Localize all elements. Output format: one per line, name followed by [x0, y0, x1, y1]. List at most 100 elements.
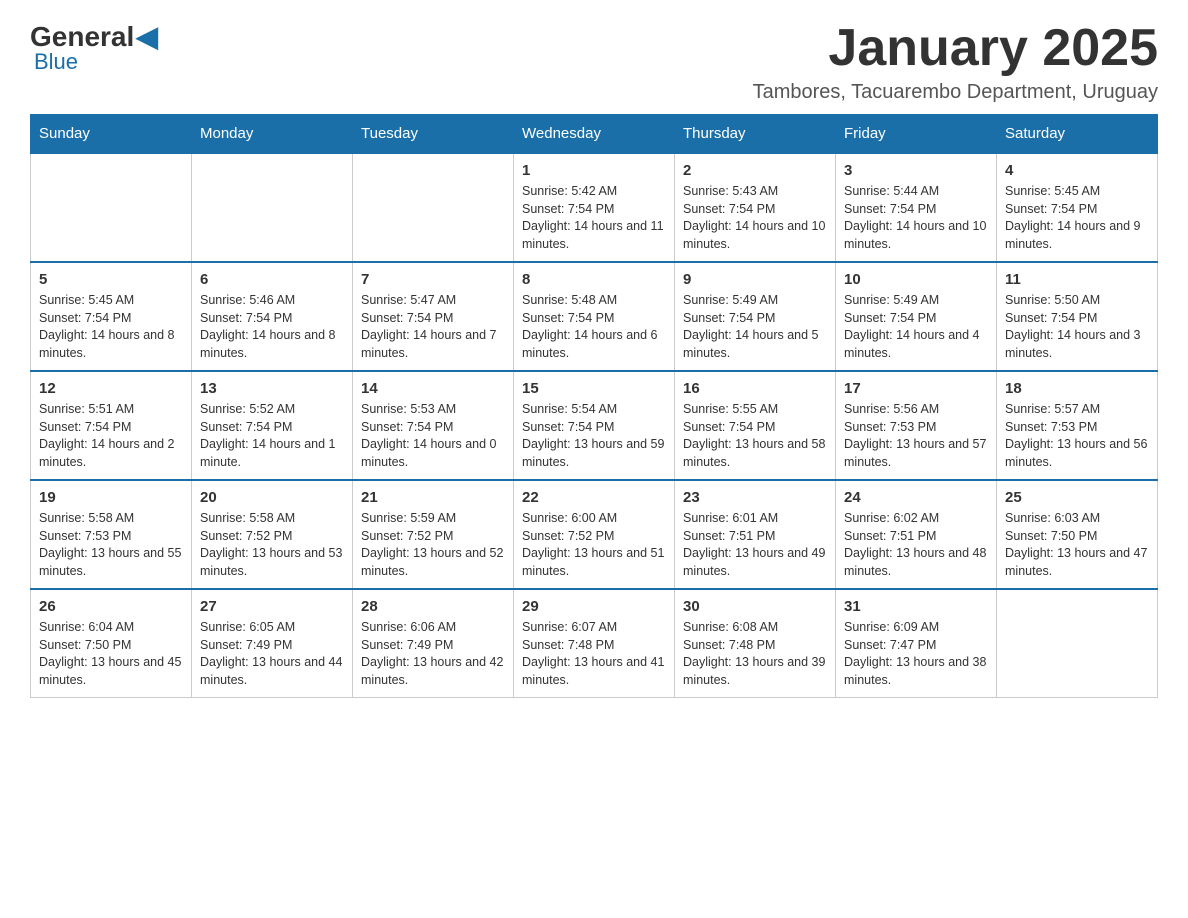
- calendar-cell: 9 Sunrise: 5:49 AM Sunset: 7:54 PM Daylig…: [675, 262, 836, 371]
- day-info: Sunrise: 6:07 AM Sunset: 7:48 PM Dayligh…: [522, 619, 666, 689]
- calendar-header-monday: Monday: [192, 115, 353, 154]
- day-number: 6: [200, 271, 344, 288]
- day-info: Sunrise: 6:02 AM Sunset: 7:51 PM Dayligh…: [844, 510, 988, 580]
- calendar-cell: 7Sunrise: 5:47 AM Sunset: 7:54 PM Daylig…: [353, 262, 514, 371]
- location-title: Tambores, Tacuarembo Department, Uruguay: [753, 81, 1158, 104]
- day-info: Sunrise: 5:43 AM Sunset: 7:54 PM Dayligh…: [683, 183, 827, 253]
- logo: General ◀ Blue: [30, 20, 158, 75]
- day-info: Sunrise: 6:04 AM Sunset: 7:50 PM Dayligh…: [39, 619, 183, 689]
- calendar-cell: 17Sunrise: 5:56 AM Sunset: 7:53 PM Dayli…: [836, 371, 997, 480]
- calendar-cell: 23 Sunrise: 6:01 AM Sunset: 7:51 PM Dayli…: [675, 480, 836, 589]
- calendar-cell: 25 Sunrise: 6:03 AM Sunset: 7:50 PM Dayli…: [997, 480, 1158, 589]
- day-number: 21: [361, 489, 505, 506]
- calendar-cell: 2 Sunrise: 5:43 AM Sunset: 7:54 PM Daylig…: [675, 153, 836, 262]
- month-title: January 2025: [753, 20, 1158, 77]
- calendar-cell: 3 Sunrise: 5:44 AM Sunset: 7:54 PM Daylig…: [836, 153, 997, 262]
- logo-blue-text: Blue: [34, 49, 78, 75]
- day-info: Sunrise: 5:52 AM Sunset: 7:54 PM Dayligh…: [200, 401, 344, 471]
- day-info: Sunrise: 6:03 AM Sunset: 7:50 PM Dayligh…: [1005, 510, 1149, 580]
- day-number: 5: [39, 271, 183, 288]
- calendar-cell: 1 Sunrise: 5:42 AM Sunset: 7:54 PM Daylig…: [514, 153, 675, 262]
- day-number: 16: [683, 380, 827, 397]
- calendar-cell: 12Sunrise: 5:51 AM Sunset: 7:54 PM Dayli…: [31, 371, 192, 480]
- calendar-table: SundayMondayTuesdayWednesdayThursdayFrid…: [30, 114, 1158, 698]
- day-info: Sunrise: 5:53 AM Sunset: 7:54 PM Dayligh…: [361, 401, 505, 471]
- day-number: 7: [361, 271, 505, 288]
- day-info: Sunrise: 6:08 AM Sunset: 7:48 PM Dayligh…: [683, 619, 827, 689]
- calendar-cell: 8Sunrise: 5:48 AM Sunset: 7:54 PM Daylig…: [514, 262, 675, 371]
- day-info: Sunrise: 5:48 AM Sunset: 7:54 PM Dayligh…: [522, 292, 666, 362]
- day-number: 27: [200, 598, 344, 615]
- calendar-cell: 24 Sunrise: 6:02 AM Sunset: 7:51 PM Dayli…: [836, 480, 997, 589]
- day-info: Sunrise: 6:06 AM Sunset: 7:49 PM Dayligh…: [361, 619, 505, 689]
- calendar-cell: 28Sunrise: 6:06 AM Sunset: 7:49 PM Dayli…: [353, 589, 514, 698]
- day-info: Sunrise: 5:58 AM Sunset: 7:52 PM Dayligh…: [200, 510, 344, 580]
- title-block: January 2025 Tambores, Tacuarembo Depart…: [753, 20, 1158, 104]
- calendar-cell: 26 Sunrise: 6:04 AM Sunset: 7:50 PM Dayli…: [31, 589, 192, 698]
- day-number: 13: [200, 380, 344, 397]
- calendar-cell: 27Sunrise: 6:05 AM Sunset: 7:49 PM Dayli…: [192, 589, 353, 698]
- day-info: Sunrise: 5:46 AM Sunset: 7:54 PM Dayligh…: [200, 292, 344, 362]
- calendar-cell: 31Sunrise: 6:09 AM Sunset: 7:47 PM Dayli…: [836, 589, 997, 698]
- day-info: Sunrise: 6:01 AM Sunset: 7:51 PM Dayligh…: [683, 510, 827, 580]
- calendar-cell: 10 Sunrise: 5:49 AM Sunset: 7:54 PM Dayli…: [836, 262, 997, 371]
- calendar-cell: [192, 153, 353, 262]
- calendar-header-thursday: Thursday: [675, 115, 836, 154]
- calendar-header-wednesday: Wednesday: [514, 115, 675, 154]
- calendar-cell: 13 Sunrise: 5:52 AM Sunset: 7:54 PM Dayli…: [192, 371, 353, 480]
- week-row-1: 1 Sunrise: 5:42 AM Sunset: 7:54 PM Daylig…: [31, 153, 1158, 262]
- week-row-2: 5 Sunrise: 5:45 AM Sunset: 7:54 PM Daylig…: [31, 262, 1158, 371]
- calendar-cell: [997, 589, 1158, 698]
- day-info: Sunrise: 5:58 AM Sunset: 7:53 PM Dayligh…: [39, 510, 183, 580]
- day-number: 1: [522, 162, 666, 179]
- calendar-cell: 30 Sunrise: 6:08 AM Sunset: 7:48 PM Dayli…: [675, 589, 836, 698]
- day-info: Sunrise: 5:50 AM Sunset: 7:54 PM Dayligh…: [1005, 292, 1149, 362]
- day-number: 24: [844, 489, 988, 506]
- day-number: 12: [39, 380, 183, 397]
- day-number: 20: [200, 489, 344, 506]
- calendar-cell: 22 Sunrise: 6:00 AM Sunset: 7:52 PM Dayli…: [514, 480, 675, 589]
- day-number: 15: [522, 380, 666, 397]
- day-number: 23: [683, 489, 827, 506]
- day-info: Sunrise: 5:42 AM Sunset: 7:54 PM Dayligh…: [522, 183, 666, 253]
- day-number: 31: [844, 598, 988, 615]
- calendar-cell: 15 Sunrise: 5:54 AM Sunset: 7:54 PM Dayli…: [514, 371, 675, 480]
- logo-general-text: General: [30, 21, 134, 53]
- day-number: 4: [1005, 162, 1149, 179]
- calendar-header-saturday: Saturday: [997, 115, 1158, 154]
- day-info: Sunrise: 5:59 AM Sunset: 7:52 PM Dayligh…: [361, 510, 505, 580]
- calendar-cell: 18Sunrise: 5:57 AM Sunset: 7:53 PM Dayli…: [997, 371, 1158, 480]
- calendar-cell: 6 Sunrise: 5:46 AM Sunset: 7:54 PM Daylig…: [192, 262, 353, 371]
- logo-icon: ◀: [136, 20, 158, 53]
- day-number: 25: [1005, 489, 1149, 506]
- calendar-header-sunday: Sunday: [31, 115, 192, 154]
- calendar-cell: 5 Sunrise: 5:45 AM Sunset: 7:54 PM Daylig…: [31, 262, 192, 371]
- day-number: 9: [683, 271, 827, 288]
- calendar-cell: 16Sunrise: 5:55 AM Sunset: 7:54 PM Dayli…: [675, 371, 836, 480]
- calendar-cell: [353, 153, 514, 262]
- day-number: 3: [844, 162, 988, 179]
- day-info: Sunrise: 5:45 AM Sunset: 7:54 PM Dayligh…: [1005, 183, 1149, 253]
- day-number: 10: [844, 271, 988, 288]
- page-header: General ◀ Blue January 2025 Tambores, Ta…: [30, 20, 1158, 104]
- day-info: Sunrise: 5:44 AM Sunset: 7:54 PM Dayligh…: [844, 183, 988, 253]
- day-number: 22: [522, 489, 666, 506]
- week-row-4: 19Sunrise: 5:58 AM Sunset: 7:53 PM Dayli…: [31, 480, 1158, 589]
- day-info: Sunrise: 5:49 AM Sunset: 7:54 PM Dayligh…: [844, 292, 988, 362]
- calendar-header-row: SundayMondayTuesdayWednesdayThursdayFrid…: [31, 115, 1158, 154]
- day-info: Sunrise: 5:56 AM Sunset: 7:53 PM Dayligh…: [844, 401, 988, 471]
- calendar-cell: 11Sunrise: 5:50 AM Sunset: 7:54 PM Dayli…: [997, 262, 1158, 371]
- day-number: 2: [683, 162, 827, 179]
- day-info: Sunrise: 5:49 AM Sunset: 7:54 PM Dayligh…: [683, 292, 827, 362]
- day-info: Sunrise: 5:54 AM Sunset: 7:54 PM Dayligh…: [522, 401, 666, 471]
- calendar-cell: 4 Sunrise: 5:45 AM Sunset: 7:54 PM Daylig…: [997, 153, 1158, 262]
- calendar-cell: [31, 153, 192, 262]
- calendar-header-tuesday: Tuesday: [353, 115, 514, 154]
- day-number: 18: [1005, 380, 1149, 397]
- day-number: 26: [39, 598, 183, 615]
- calendar-cell: 20 Sunrise: 5:58 AM Sunset: 7:52 PM Dayli…: [192, 480, 353, 589]
- calendar-cell: 19Sunrise: 5:58 AM Sunset: 7:53 PM Dayli…: [31, 480, 192, 589]
- day-number: 30: [683, 598, 827, 615]
- day-info: Sunrise: 5:45 AM Sunset: 7:54 PM Dayligh…: [39, 292, 183, 362]
- day-info: Sunrise: 6:00 AM Sunset: 7:52 PM Dayligh…: [522, 510, 666, 580]
